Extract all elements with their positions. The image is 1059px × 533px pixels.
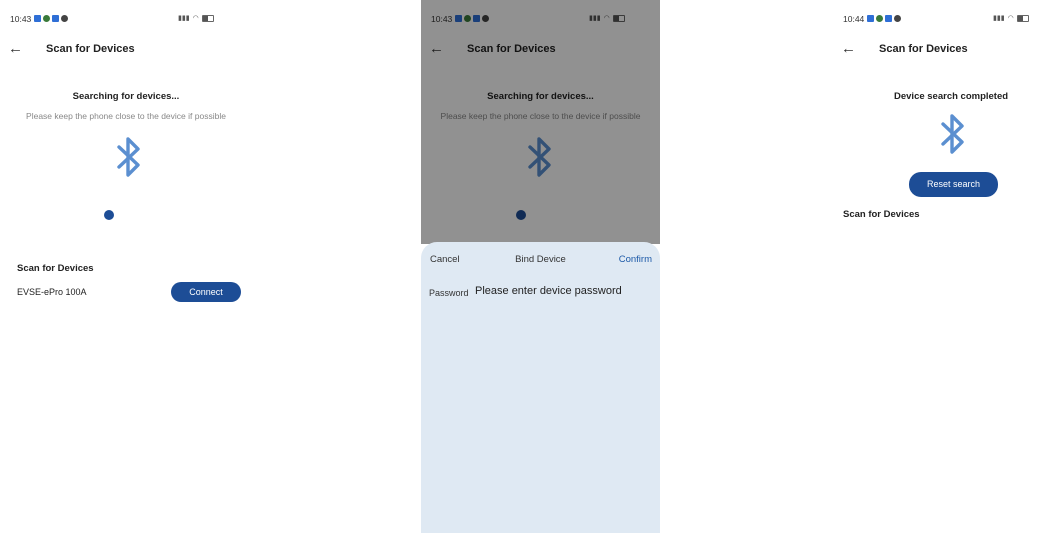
status-time: 10:44 [843, 14, 865, 24]
bind-device-sheet: Cancel Bind Device Confirm Password [421, 242, 660, 533]
battery-icon [1016, 14, 1029, 22]
password-label: Password [429, 288, 469, 298]
status-bar: 10:43 ▮▮▮ ◠ [0, 14, 252, 26]
screen-search-complete: 10:44 ▮▮▮ ◠ ← Scan for Devices Device se… [833, 0, 1059, 533]
signal-icon: ▮▮▮ [178, 15, 190, 22]
section-title: Scan for Devices [843, 209, 920, 220]
signal-icon: ▮▮▮ [993, 15, 1005, 22]
screen-scanning: 10:43 ▮▮▮ ◠ ← Scan for Devices Searching… [0, 0, 252, 533]
arrow-left-icon[interactable]: ← [8, 40, 23, 58]
app-bar: ← Scan for Devices [833, 38, 1059, 64]
page-title: Scan for Devices [879, 43, 968, 55]
connect-button[interactable]: Connect [171, 282, 241, 302]
system-icons: ▮▮▮ ◠ [178, 14, 214, 22]
battery-icon [201, 14, 214, 22]
modal-overlay[interactable] [421, 0, 660, 244]
status-time: 10:43 [10, 14, 32, 24]
notification-icons [867, 15, 901, 22]
proximity-hint: Please keep the phone close to the devic… [26, 111, 226, 121]
confirm-button[interactable]: Confirm [619, 254, 652, 265]
page-title: Scan for Devices [46, 43, 135, 55]
completed-status: Device search completed [894, 91, 1009, 102]
reset-search-button[interactable]: Reset search [909, 172, 998, 197]
arrow-left-icon[interactable]: ← [841, 40, 856, 58]
password-field[interactable] [475, 285, 645, 297]
app-bar: ← Scan for Devices [0, 38, 252, 64]
wifi-icon: ◠ [1007, 15, 1014, 22]
device-name: EVSE-ePro 100A [17, 287, 87, 297]
scanning-indicator [104, 210, 114, 220]
bluetooth-icon [117, 137, 140, 177]
bluetooth-icon [941, 114, 964, 154]
status-bar: 10:44 ▮▮▮ ◠ [833, 14, 1059, 26]
wifi-icon: ◠ [192, 15, 199, 22]
notification-icons [34, 15, 68, 22]
screen-bind-device: 10:43 ▮▮▮ ◠ ← Scan for Devices Searching… [421, 0, 660, 533]
searching-status: Searching for devices... [72, 91, 180, 102]
system-icons: ▮▮▮ ◠ [993, 14, 1029, 22]
section-title: Scan for Devices [17, 263, 94, 274]
